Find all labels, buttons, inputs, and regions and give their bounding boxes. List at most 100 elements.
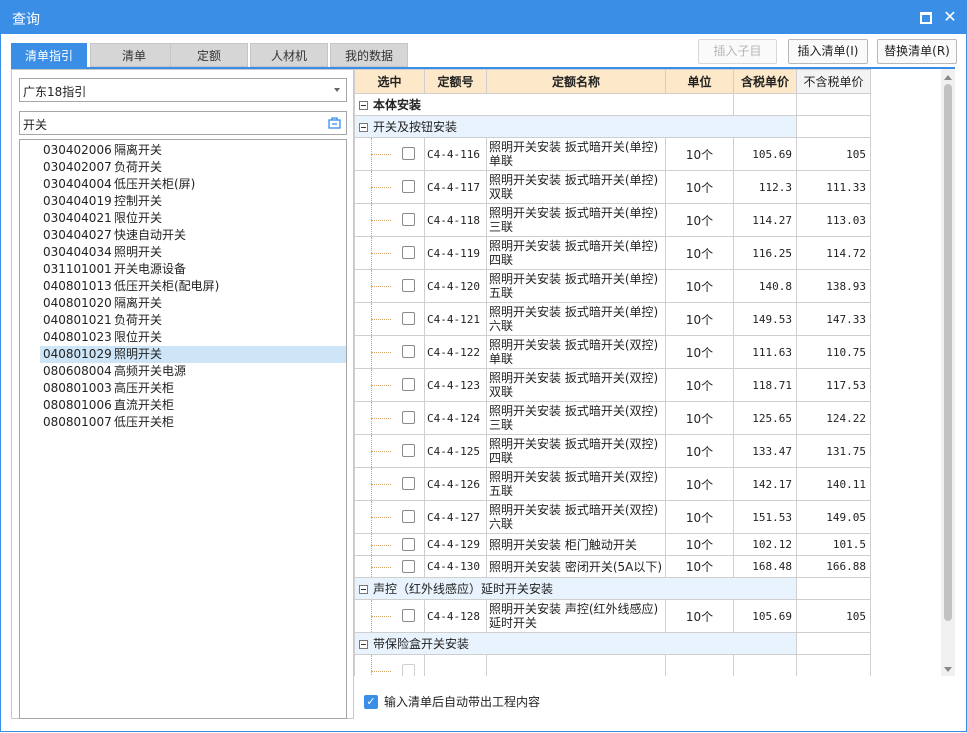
table-row[interactable]: C4-4-121 照明开关安装 扳式暗开关(单控)六联 10个 149.53 147.3… [354,302,871,336]
tab-my-data[interactable]: 我的数据 [330,43,408,67]
close-button[interactable]: ✕ [941,8,959,26]
list-item[interactable]: 040801021 负荷开关 [40,312,346,329]
table-row[interactable]: C4-4-116 照明开关安装 扳式暗开关(单控)单联 10个 105.69 105 [354,137,871,171]
list-item[interactable]: 080608004 高频开关电源 [40,363,346,380]
col-header-select[interactable]: 选中 [354,69,425,94]
checkbox[interactable] [402,279,415,292]
quota-code: C4-4-121 [424,302,487,336]
col-header-price-tax[interactable]: 含税单价 [733,69,797,94]
scroll-down-icon[interactable] [944,667,952,672]
checkbox[interactable] [402,411,415,424]
checkbox[interactable] [402,147,415,160]
tab-quota[interactable]: 定额 [170,43,248,67]
checkbox[interactable] [402,510,415,523]
list-item[interactable]: 030402006 隔离开关 [40,142,346,159]
checkbox[interactable] [402,345,415,358]
table-row[interactable]: C4-4-129 照明开关安装 柜门触动开关 10个 102.12 101.5 [354,533,871,556]
table-row[interactable] [354,654,871,676]
guide-select[interactable]: 广东18指引 [19,78,347,102]
col-header-name[interactable]: 定额名称 [486,69,666,94]
price-with-tax: 149.53 [733,302,797,336]
checkbox[interactable] [402,180,415,193]
tab-list[interactable]: 清单 [90,43,178,67]
table-row[interactable]: C4-4-117 照明开关安装 扳式暗开关(单控)双联 10个 112.3 111.33 [354,170,871,204]
checkbox[interactable] [402,664,415,676]
insert-list-button[interactable]: 插入清单(I) [788,39,868,64]
quota-name: 照明开关安装 柜门触动开关 [486,533,666,556]
quota-code: C4-4-130 [424,555,487,578]
list-item[interactable]: 031101001 开关电源设备 [40,261,346,278]
replace-list-button[interactable]: 替换清单(R) [877,39,957,64]
price-without-tax: 111.33 [796,170,871,204]
col-header-price-notax[interactable]: 不含税单价 [796,69,871,94]
grid-scrollbar[interactable] [941,69,955,676]
list-item[interactable]: 080801006 直流开关柜 [40,397,346,414]
maximize-icon [920,12,932,24]
list-item-name: 直流开关柜 [114,398,175,412]
checkbox[interactable] [402,477,415,490]
list-item[interactable]: 040801029 照明开关 [40,346,346,363]
checkbox[interactable] [402,559,415,573]
table-row[interactable]: C4-4-130 照明开关安装 密闭开关(5A以下) 10个 168.48 166.88 [354,555,871,578]
collapse-icon[interactable] [359,585,368,594]
maximize-button[interactable] [917,8,935,26]
list-item[interactable]: 030404027 快速自动开关 [40,227,346,244]
col-header-code[interactable]: 定额号 [424,69,487,94]
list-item[interactable]: 030404034 照明开关 [40,244,346,261]
tab-materials[interactable]: 人材机 [250,43,328,67]
insert-child-button[interactable]: 插入子目 [698,39,777,64]
collapse-icon[interactable] [359,123,368,132]
checkbox[interactable] [402,537,415,551]
checkbox[interactable] [402,312,415,325]
table-row[interactable]: C4-4-120 照明开关安装 扳式暗开关(单控)五联 10个 140.8 138.93 [354,269,871,303]
scroll-thumb[interactable] [944,84,952,621]
select-cell [354,203,425,237]
list-item[interactable]: 040801013 低压开关柜(配电屏) [40,278,346,295]
list-item[interactable]: 030404019 控制开关 [40,193,346,210]
empty-cell [796,632,871,655]
table-row[interactable]: C4-4-118 照明开关安装 扳式暗开关(单控)三联 10个 114.27 113.0… [354,203,871,237]
group-row: 声控（红外线感应）延时开关安装 [354,577,871,600]
table-row[interactable]: C4-4-127 照明开关安装 扳式暗开关(双控)六联 10个 151.53 149.0… [354,500,871,534]
list-item-name: 快速自动开关 [114,228,187,242]
table-row[interactable]: C4-4-126 照明开关安装 扳式暗开关(双控)五联 10个 142.17 140.1… [354,467,871,501]
tab-guide[interactable]: 清单指引 [11,43,87,67]
list-item[interactable]: 030404004 低压开关柜(屏) [40,176,346,193]
list-item[interactable]: 080801003 高压开关柜 [40,380,346,397]
search-input[interactable]: 开关 [19,111,347,135]
table-row[interactable]: C4-4-124 照明开关安装 扳式暗开关(双控)三联 10个 125.65 124.2… [354,401,871,435]
collapse-icon[interactable] [359,640,368,649]
checkbox[interactable] [402,378,415,391]
table-row[interactable]: C4-4-119 照明开关安装 扳式暗开关(单控)四联 10个 116.25 114.7… [354,236,871,270]
group-row: 带保险盒开关安装 [354,632,871,655]
list-item-name: 低压开关柜(屏) [114,177,196,191]
checkbox-checked-icon[interactable]: ✓ [364,695,378,709]
checkbox[interactable] [402,444,415,457]
table-row[interactable]: C4-4-123 照明开关安装 扳式暗开关(双控)双联 10个 118.71 117.5… [354,368,871,402]
group-row: 本体安装 [354,93,871,116]
quota-unit: 10个 [665,533,734,556]
quota-name: 照明开关安装 扳式暗开关(单控)双联 [486,170,666,204]
select-cell [354,654,425,676]
scroll-up-icon[interactable] [944,75,952,80]
select-cell [354,269,425,303]
collapse-icon[interactable] [359,101,368,110]
table-row[interactable]: C4-4-125 照明开关安装 扳式暗开关(双控)四联 10个 133.47 131.7… [354,434,871,468]
table-row[interactable]: C4-4-122 照明开关安装 扳式暗开关(双控)单联 10个 111.63 110.7… [354,335,871,369]
checkbox[interactable] [402,609,415,622]
list-item[interactable]: 080801007 低压开关柜 [40,414,346,431]
search-filter-icon[interactable] [328,116,341,129]
price-with-tax: 102.12 [733,533,797,556]
quota-code: C4-4-125 [424,434,487,468]
quota-unit: 10个 [665,500,734,534]
list-item[interactable]: 030402007 负荷开关 [40,159,346,176]
col-header-unit[interactable]: 单位 [665,69,734,94]
list-item-code: 030404019 [43,194,112,208]
list-item[interactable]: 030404021 限位开关 [40,210,346,227]
checkbox[interactable] [402,246,415,259]
list-item[interactable]: 040801023 限位开关 [40,329,346,346]
list-item[interactable]: 040801020 隔离开关 [40,295,346,312]
checkbox[interactable] [402,213,415,226]
table-row[interactable]: C4-4-128 照明开关安装 声控(红外线感应)延时开关 10个 105.69 105 [354,599,871,633]
tree-line [371,352,391,353]
